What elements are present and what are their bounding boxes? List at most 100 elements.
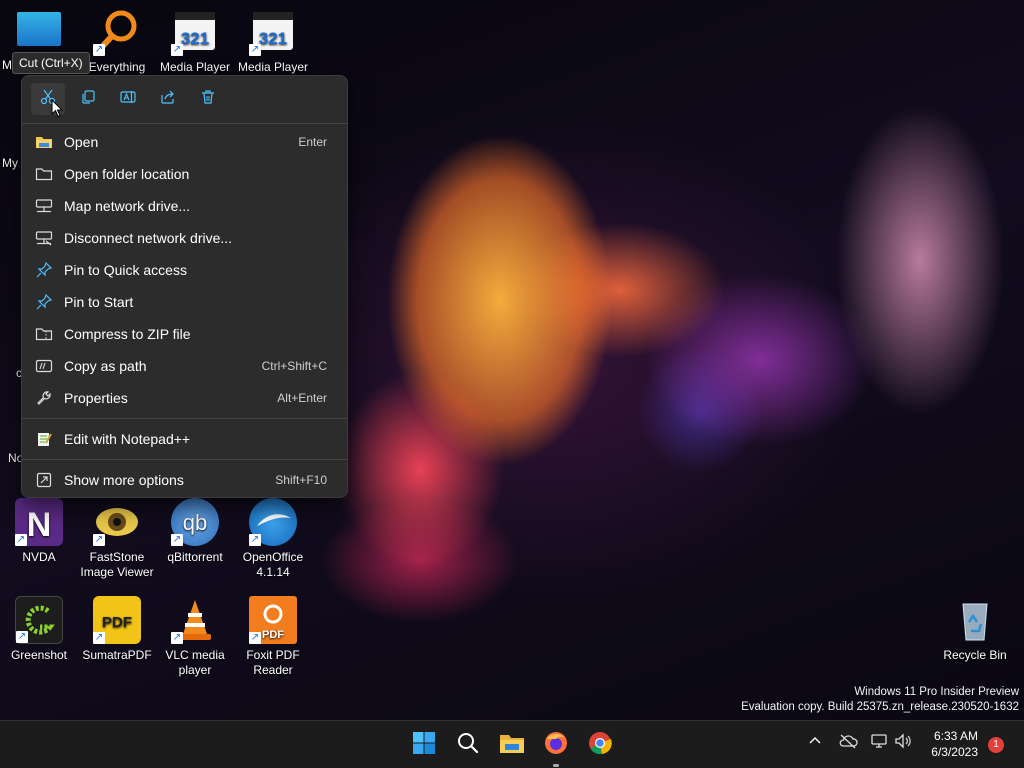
show-hidden-icons-button[interactable] xyxy=(808,733,822,752)
copy-button[interactable] xyxy=(71,83,105,115)
desktop-icon-label: qBittorrent xyxy=(167,550,223,564)
desktop-icon-sumatrapdf[interactable]: PDF ↗ SumatraPDF xyxy=(78,596,156,663)
menu-item-label: Pin to Start xyxy=(64,294,134,310)
desktop-icon-greenshot[interactable]: ↗ Greenshot xyxy=(0,596,78,663)
media-player-icon: 321 ↗ xyxy=(249,8,297,56)
taskbar: 6:33 AM 6/3/2023 1 xyxy=(0,720,1024,768)
disconnect-drive-icon xyxy=(35,229,53,247)
chrome-icon xyxy=(588,731,612,759)
network-tray-button[interactable] xyxy=(870,733,888,753)
desktop-icon-openoffice[interactable]: ↗ OpenOffice 4.1.14 xyxy=(234,498,312,580)
desktop-icon-everything[interactable]: ↗ Everything xyxy=(78,8,156,75)
notification-badge[interactable]: 1 xyxy=(988,737,1004,753)
menu-item-shortcut: Shift+F10 xyxy=(275,473,327,487)
taskbar-clock[interactable]: 6:33 AM 6/3/2023 xyxy=(931,728,978,760)
firefox-icon xyxy=(544,731,568,759)
greenshot-icon: ↗ xyxy=(15,596,63,644)
desktop-icon-label: FastStone Image Viewer xyxy=(80,550,154,579)
desktop-icon-label: Greenshot xyxy=(10,648,68,662)
clock-date: 6/3/2023 xyxy=(931,745,978,759)
desktop-icon-nvda[interactable]: N ↗ NVDA xyxy=(0,498,78,565)
rename-icon xyxy=(120,89,136,110)
file-explorer-button[interactable] xyxy=(496,729,528,761)
firefox-button[interactable] xyxy=(540,729,572,761)
desktop-icon-recycle-bin[interactable]: Recycle Bin xyxy=(936,596,1014,663)
chevron-up-icon xyxy=(808,733,822,752)
start-button[interactable] xyxy=(408,729,440,761)
speaker-icon xyxy=(894,733,912,753)
shortcut-arrow-icon: ↗ xyxy=(249,632,261,644)
qbittorrent-icon: qb ↗ xyxy=(171,498,219,546)
menu-item-compress-to-zip[interactable]: Compress to ZIP file xyxy=(26,319,345,349)
monitor-icon xyxy=(17,12,61,46)
desktop-icon-qbittorrent[interactable]: qb ↗ qBittorrent xyxy=(156,498,234,565)
windows-logo-icon xyxy=(412,731,436,759)
delete-button[interactable] xyxy=(191,83,225,115)
menu-item-open[interactable]: Open Enter xyxy=(26,127,345,157)
desktop-icon-media-player-1[interactable]: 321 ↗ Media Player xyxy=(156,8,234,75)
menu-item-shortcut: Enter xyxy=(298,135,327,149)
menu-separator xyxy=(22,459,347,460)
menu-item-pin-to-start[interactable]: Pin to Start xyxy=(26,287,345,317)
shortcut-arrow-icon: ↗ xyxy=(171,534,183,546)
menu-item-map-network-drive[interactable]: Map network drive... xyxy=(26,191,345,221)
shortcut-arrow-icon: ↗ xyxy=(171,632,183,644)
recycle-bin-icon xyxy=(951,596,999,644)
menu-item-open-folder-location[interactable]: Open folder location xyxy=(26,159,345,189)
desktop-icon-label: NVDA xyxy=(22,550,56,564)
file-explorer-icon xyxy=(499,732,525,758)
everything-icon: ↗ xyxy=(93,8,141,56)
menu-item-edit-with-notepadpp[interactable]: Edit with Notepad++ xyxy=(26,424,345,454)
desktop-icon-monitor[interactable] xyxy=(0,8,78,50)
network-icon xyxy=(870,734,888,753)
svg-text:N: N xyxy=(27,506,52,544)
shortcut-arrow-icon: ↗ xyxy=(93,534,105,546)
shortcut-arrow-icon: ↗ xyxy=(15,534,27,546)
pin-icon xyxy=(35,293,53,311)
trash-icon xyxy=(200,89,216,110)
foxit-pdf-icon: PDF ↗ xyxy=(249,596,297,644)
onedrive-tray-button[interactable] xyxy=(838,733,858,753)
svg-text:321: 321 xyxy=(259,29,287,48)
menu-item-shortcut: Alt+Enter xyxy=(277,391,327,405)
shortcut-arrow-icon: ↗ xyxy=(249,44,261,56)
desktop-icon-label: Media Player xyxy=(237,60,309,74)
watermark-line-1: Windows 11 Pro Insider Preview xyxy=(854,686,1019,698)
desktop-icon-label: Media Player xyxy=(159,60,231,74)
rename-button[interactable] xyxy=(111,83,145,115)
firefox-running-indicator xyxy=(553,764,559,767)
menu-item-label: Copy as path xyxy=(64,358,147,374)
svg-text:PDF: PDF xyxy=(262,629,284,641)
menu-item-disconnect-network-drive[interactable]: Disconnect network drive... xyxy=(26,223,345,253)
share-button[interactable] xyxy=(151,83,185,115)
menu-item-show-more-options[interactable]: Show more options Shift+F10 xyxy=(26,465,345,495)
shortcut-arrow-icon: ↗ xyxy=(171,44,183,56)
desktop-icon-vlc[interactable]: ↗ VLC media player xyxy=(156,596,234,678)
desktop-icon-faststone[interactable]: ↗ FastStone Image Viewer xyxy=(78,498,156,580)
pin-icon xyxy=(35,261,53,279)
context-menu-toolbar xyxy=(22,76,347,122)
menu-item-copy-as-path[interactable]: Copy as path Ctrl+Shift+C xyxy=(26,351,345,381)
search-button[interactable] xyxy=(452,729,484,761)
share-icon xyxy=(160,89,176,110)
wrench-icon xyxy=(35,389,53,407)
search-icon xyxy=(456,731,480,759)
zip-icon xyxy=(35,325,53,343)
shortcut-arrow-icon: ↗ xyxy=(16,631,28,643)
menu-item-properties[interactable]: Properties Alt+Enter xyxy=(26,383,345,413)
faststone-eye-icon: ↗ xyxy=(93,498,141,546)
copy-path-icon xyxy=(35,357,53,375)
menu-item-label: Disconnect network drive... xyxy=(64,230,233,246)
menu-item-shortcut: Ctrl+Shift+C xyxy=(261,359,327,373)
volume-tray-button[interactable] xyxy=(894,733,912,753)
svg-text:PDF: PDF xyxy=(102,614,132,631)
menu-item-pin-to-quick-access[interactable]: Pin to Quick access xyxy=(26,255,345,285)
openoffice-icon: ↗ xyxy=(249,498,297,546)
menu-separator xyxy=(22,123,347,124)
desktop-icon-foxit[interactable]: PDF ↗ Foxit PDF Reader xyxy=(234,596,312,678)
desktop-icon-media-player-2[interactable]: 321 ↗ Media Player xyxy=(234,8,312,75)
menu-item-label: Open folder location xyxy=(64,166,190,182)
shortcut-arrow-icon: ↗ xyxy=(93,44,105,56)
chrome-button[interactable] xyxy=(584,729,616,761)
menu-item-label: Show more options xyxy=(64,472,184,488)
